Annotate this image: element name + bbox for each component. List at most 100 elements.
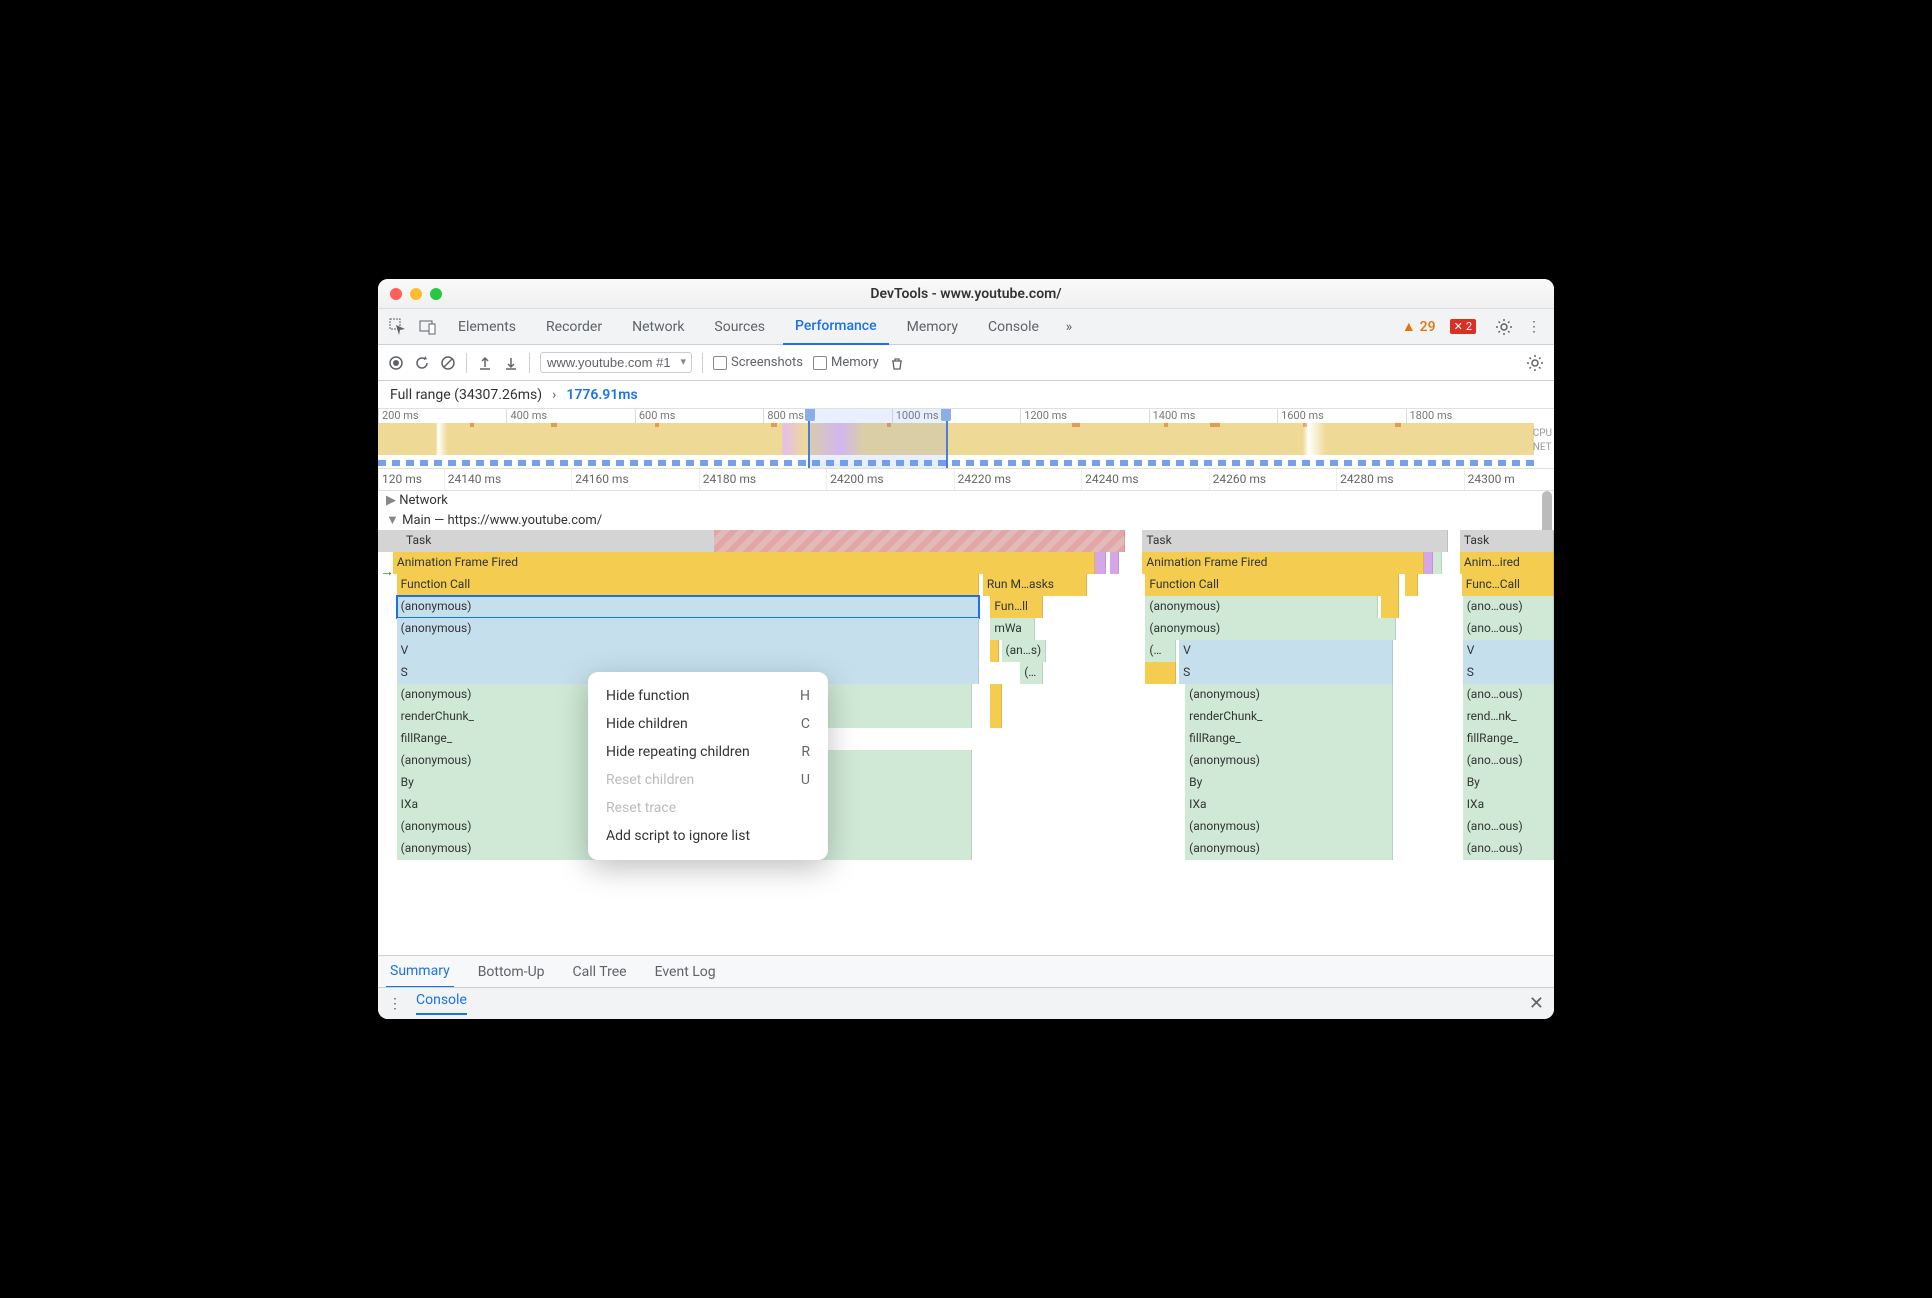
flame-entry[interactable]: mWa [990,618,1035,640]
tab-memory[interactable]: Memory [895,309,970,345]
flame-entry[interactable]: Function Call [1145,574,1399,596]
full-range-label[interactable]: Full range (34307.26ms) [390,387,542,403]
tab-recorder[interactable]: Recorder [534,309,614,345]
main-track-header[interactable]: Main — https://www.youtube.com/ [378,510,1554,530]
ctx-hide-repeating-children[interactable]: Hide repeating children R [588,738,828,766]
ctx-hide-function[interactable]: Hide function H [588,682,828,710]
flame-entry[interactable]: (… [1020,662,1042,684]
flame-entry[interactable]: Animation Frame Fired [393,552,1095,574]
kebab-menu-icon[interactable]: ⋮ [1522,315,1546,339]
drawer-close-icon[interactable]: ✕ [1529,993,1544,1014]
task-bar[interactable]: Task [1142,530,1448,552]
flame-entry-selected[interactable]: (anonymous) [397,596,979,618]
settings-gear-icon[interactable] [1492,315,1516,339]
flame-entry[interactable] [1405,574,1417,596]
tab-call-tree[interactable]: Call Tree [569,956,631,988]
record-button-icon[interactable] [388,355,404,371]
flame-entry[interactable]: S [1179,662,1393,684]
network-track-header[interactable]: Network [378,491,1554,510]
warnings-badge[interactable]: ▲ 29 [1402,318,1436,335]
flame-chart[interactable]: Network Main — https://www.youtube.com/ … [378,491,1554,955]
tab-network[interactable]: Network [620,309,696,345]
flame-entry[interactable]: (anonymous) [1185,684,1393,706]
flame-entry[interactable]: (ano…ous) [1463,618,1554,640]
flame-entry[interactable]: (anonymous) [397,618,979,640]
clear-icon[interactable] [440,355,456,371]
tab-event-log[interactable]: Event Log [651,956,720,988]
flame-entry[interactable]: Run M…asks [983,574,1088,596]
recording-select[interactable]: www.youtube.com #1 [540,352,692,373]
flame-entry[interactable]: S [1463,662,1554,684]
drawer-kebab-icon[interactable]: ⋮ [388,996,402,1012]
overview-handle-left[interactable] [805,409,815,421]
flame-entry[interactable]: (anonymous) [1145,618,1396,640]
flame-entry[interactable]: Animation Frame Fired [1142,552,1423,574]
task-bar[interactable]: Task [1460,530,1554,552]
more-tabs-icon[interactable]: » [1057,315,1081,339]
overview-timeline[interactable]: 200 ms 400 ms 600 ms 800 ms 1000 ms 1200… [378,409,1554,469]
flame-entry[interactable]: rend…nk_ [1463,706,1554,728]
upload-icon[interactable] [477,355,493,371]
download-icon[interactable] [503,355,519,371]
tab-sources[interactable]: Sources [702,309,777,345]
flame-entry[interactable] [1433,552,1442,574]
ctx-reset-trace: Reset trace [588,794,828,822]
flame-entry[interactable] [1110,552,1119,574]
flame-entry[interactable]: V [397,640,979,662]
flame-entry[interactable]: By [1463,772,1554,794]
flame-entry[interactable]: (ano…ous) [1463,816,1554,838]
flame-entry[interactable] [990,640,999,662]
flame-entry[interactable]: IXa [1185,794,1393,816]
detail-time-ruler[interactable]: 120 ms 24140 ms 24160 ms 24180 ms 24200 … [378,469,1554,491]
tab-bottom-up[interactable]: Bottom-Up [474,956,549,988]
errors-badge[interactable]: ✕ 2 [1450,319,1476,334]
flame-entry[interactable]: (ano…ous) [1463,750,1554,772]
flame-entry[interactable]: V [1463,640,1554,662]
tab-elements[interactable]: Elements [446,309,528,345]
flame-entry[interactable]: Fun…ll [990,596,1042,618]
panel-settings-gear-icon[interactable] [1526,354,1544,372]
flame-entry[interactable]: Func…Call [1462,574,1554,596]
flame-entry[interactable]: fillRange_ [1185,728,1393,750]
tab-summary[interactable]: Summary [386,956,454,988]
flame-entry[interactable]: IXa [1463,794,1554,816]
overview-handle-right[interactable] [941,409,951,421]
flame-entry[interactable] [1381,596,1399,618]
device-toolbar-icon[interactable] [416,315,440,339]
flame-entry[interactable]: (anonymous) [1185,838,1393,860]
flame-entry[interactable]: renderChunk_ [1185,706,1393,728]
reload-record-icon[interactable] [414,355,430,371]
flame-entry[interactable]: (ano…ous) [1463,684,1554,706]
flame-entry[interactable]: (anonymous) [1185,816,1393,838]
details-tabbar: Summary Bottom-Up Call Tree Event Log [378,955,1554,987]
ctx-hide-children[interactable]: Hide children C [588,710,828,738]
overview-selection[interactable] [808,409,948,468]
flame-entry[interactable] [1095,552,1106,574]
flame-entry[interactable] [990,706,1001,728]
ctx-add-to-ignore-list[interactable]: Add script to ignore list [588,822,828,850]
flame-entry[interactable]: Function Call [397,574,979,596]
memory-checkbox[interactable]: Memory [813,355,879,370]
flame-entry[interactable] [990,684,1001,706]
tab-performance[interactable]: Performance [783,309,889,345]
detail-tick: 24200 ms [826,469,953,490]
drawer-console-tab[interactable]: Console [416,992,467,1015]
flame-entry[interactable]: (anonymous) [1185,750,1393,772]
flame-entry[interactable]: (ano…ous) [1463,596,1554,618]
flame-entry[interactable] [1145,662,1176,684]
inspect-element-icon[interactable] [386,315,410,339]
flame-entry[interactable]: fillRange_ [1463,728,1554,750]
flame-entry[interactable]: By [1185,772,1393,794]
flame-entry[interactable]: (… [1145,640,1176,662]
flame-entry[interactable]: Anim…ired [1460,552,1554,574]
gc-icon[interactable] [889,355,905,371]
selected-range-label[interactable]: 1776.91ms [566,387,637,403]
flame-entry[interactable]: V [1179,640,1393,662]
flame-entry[interactable]: (anonymous) [1145,596,1377,618]
screenshots-checkbox[interactable]: Screenshots [713,355,803,370]
warning-icon: ▲ [1402,318,1416,335]
tab-console[interactable]: Console [976,309,1051,345]
flame-entry[interactable] [1424,552,1433,574]
flame-entry[interactable]: (ano…ous) [1463,838,1554,860]
flame-entry[interactable]: (an…s) [1002,640,1047,662]
